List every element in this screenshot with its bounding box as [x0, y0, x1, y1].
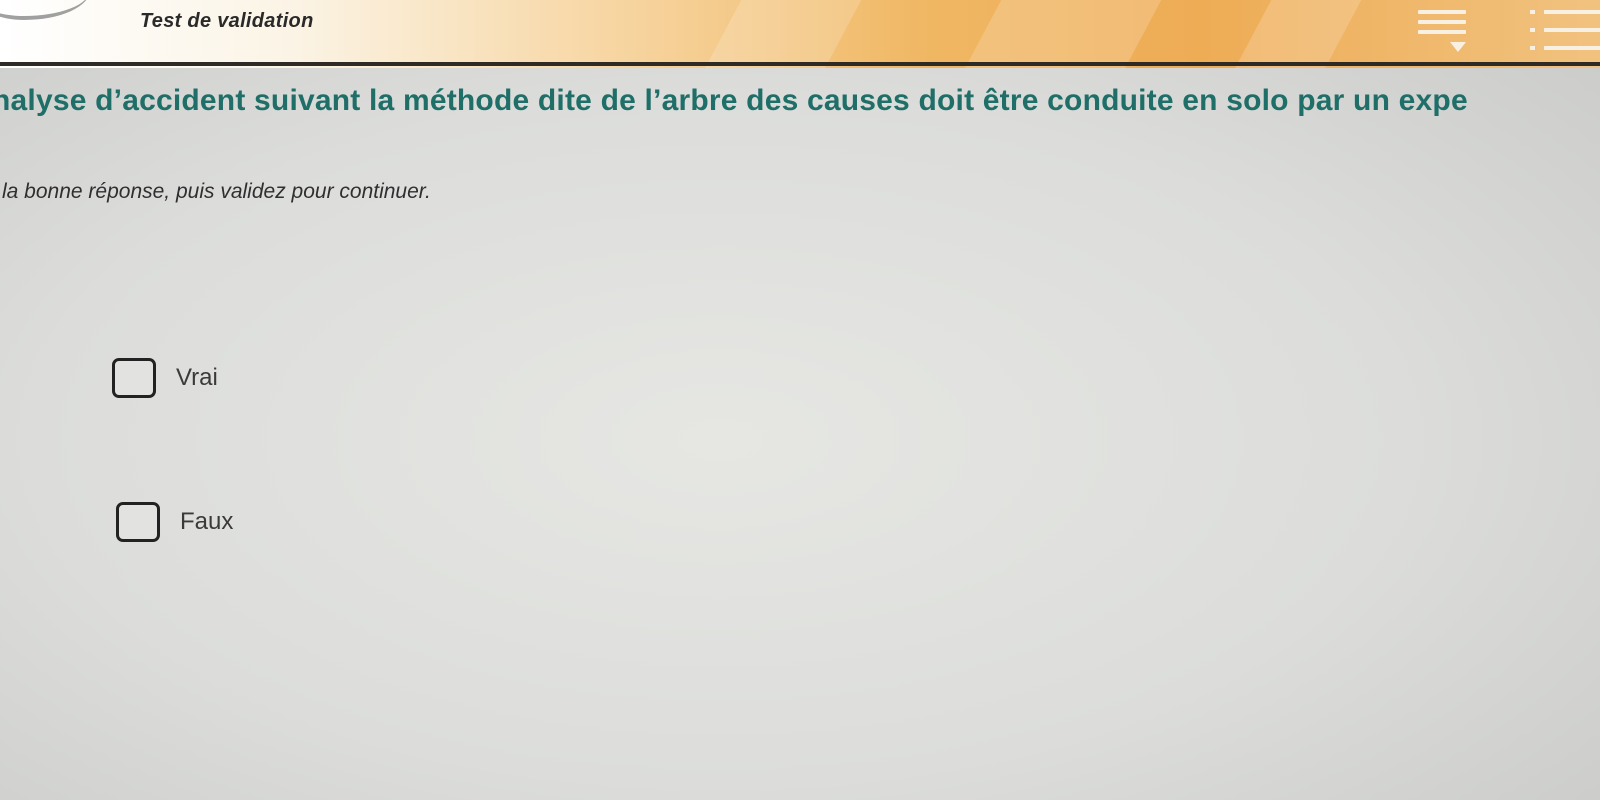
- notes-icon: [1418, 10, 1466, 40]
- header-bar: Test de validation: [0, 0, 1600, 68]
- header-title: Test de validation: [140, 10, 314, 32]
- checkbox-vrai[interactable]: [112, 358, 156, 398]
- checkbox-faux[interactable]: [116, 502, 160, 542]
- question-text: nalyse d’accident suivant la méthode dit…: [0, 84, 1468, 117]
- header-divider: [0, 62, 1600, 66]
- instruction-text: la bonne réponse, puis validez pour cont…: [2, 180, 431, 203]
- header-decoration: [0, 0, 90, 20]
- option-faux[interactable]: Faux: [116, 496, 233, 548]
- menu-button[interactable]: [1530, 4, 1600, 54]
- notes-button[interactable]: [1410, 4, 1474, 54]
- option-label-vrai: Vrai: [176, 364, 218, 391]
- option-label-faux: Faux: [180, 508, 234, 535]
- option-vrai[interactable]: Vrai: [112, 352, 218, 404]
